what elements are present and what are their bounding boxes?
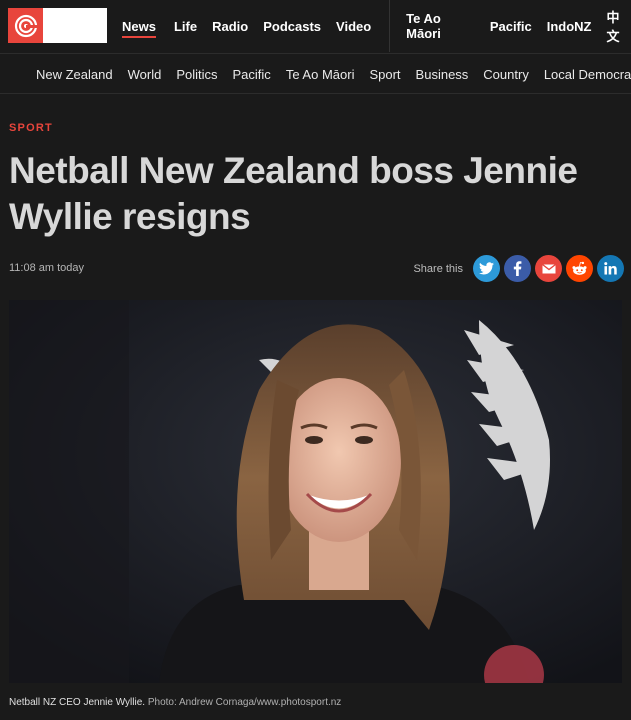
nav-chinese[interactable]: 中文 — [607, 7, 631, 45]
twitter-icon[interactable] — [473, 255, 500, 282]
section-pacific[interactable]: Pacific — [233, 67, 271, 82]
site-logo[interactable] — [8, 8, 107, 43]
primary-nav: News Life Radio Podcasts Video Te Ao Māo… — [122, 0, 631, 52]
section-te-ao-maori[interactable]: Te Ao Māori — [286, 67, 355, 82]
share-label: Share this — [413, 262, 463, 275]
section-country[interactable]: Country — [483, 67, 529, 82]
section-nav: New Zealand World Politics Pacific Te Ao… — [0, 53, 631, 94]
nav-divider — [389, 0, 391, 52]
article-hero-image — [9, 300, 622, 683]
caption-text: Netball NZ CEO Jennie Wyllie. — [9, 697, 146, 708]
article-timestamp: 11:08 am today — [9, 262, 85, 274]
article-kicker[interactable]: SPORT — [9, 122, 53, 134]
nav-pacific[interactable]: Pacific — [490, 19, 532, 34]
nav-te-ao-maori[interactable]: Te Ao Māori — [406, 11, 475, 41]
article-headline: Netball New Zealand boss Jennie Wyllie r… — [9, 150, 578, 237]
site-header: News Life Radio Podcasts Video Te Ao Māo… — [0, 0, 631, 52]
nav-podcasts[interactable]: Podcasts — [263, 19, 321, 34]
nav-indonz[interactable]: IndoNZ — [547, 19, 592, 34]
email-icon[interactable] — [535, 255, 562, 282]
nav-radio[interactable]: Radio — [212, 19, 248, 34]
section-business[interactable]: Business — [416, 67, 469, 82]
caption-credit: Photo: Andrew Cornaga/www.photosport.nz — [147, 697, 342, 708]
nav-life[interactable]: Life — [174, 19, 197, 34]
section-local-democracy[interactable]: Local Democracy Reporting — [544, 67, 631, 82]
nav-news[interactable]: News — [122, 19, 156, 38]
image-caption: Netball NZ CEO Jennie Wyllie. Photo: And… — [9, 697, 341, 708]
hero-photo-graphic — [9, 300, 622, 683]
logo-mark-icon — [8, 8, 43, 43]
section-new-zealand[interactable]: New Zealand — [36, 67, 113, 82]
section-politics[interactable]: Politics — [176, 67, 217, 82]
facebook-icon[interactable] — [504, 255, 531, 282]
linkedin-icon[interactable] — [597, 255, 624, 282]
section-world[interactable]: World — [128, 67, 162, 82]
nav-video[interactable]: Video — [336, 19, 371, 34]
section-sport[interactable]: Sport — [369, 67, 401, 93]
reddit-icon[interactable] — [566, 255, 593, 282]
share-bar: Share this — [413, 255, 624, 282]
